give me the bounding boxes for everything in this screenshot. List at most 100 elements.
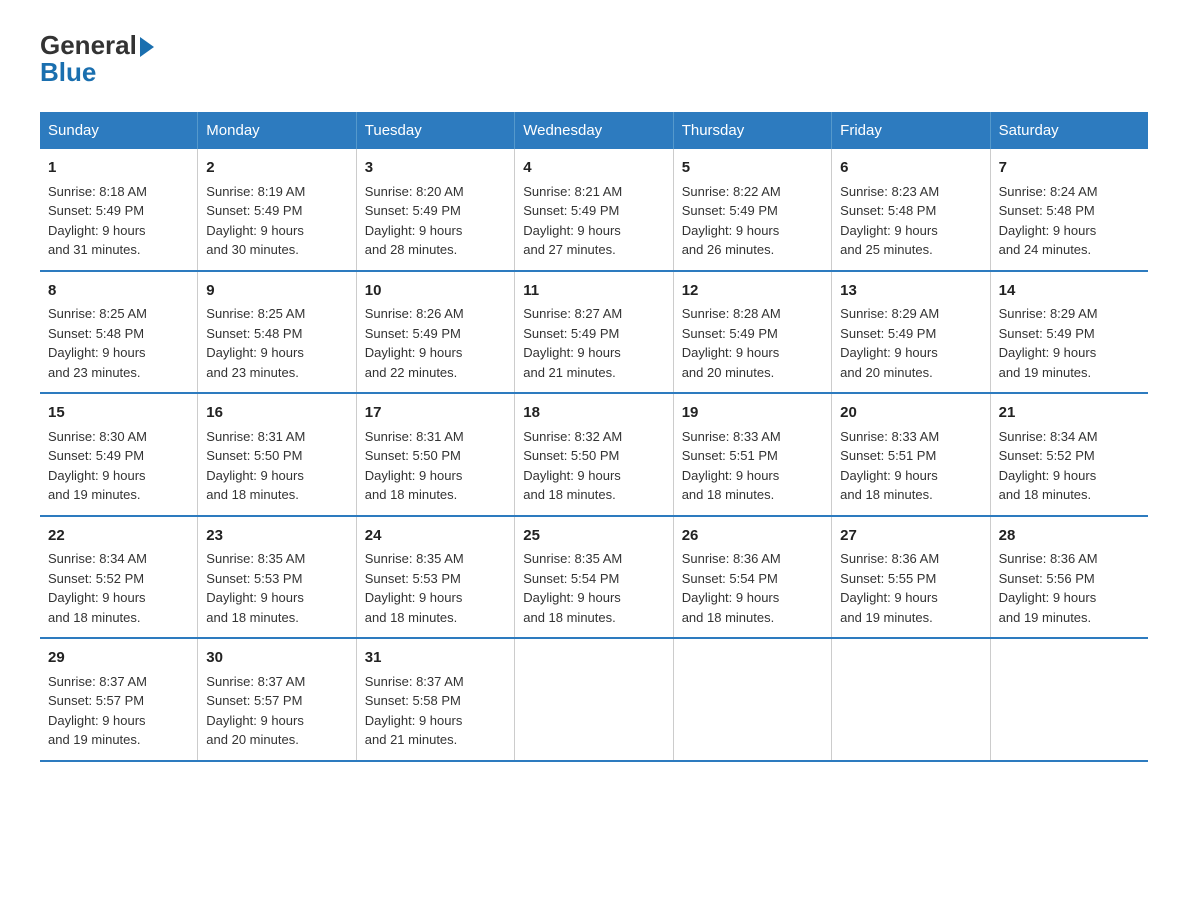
day-number: 1 xyxy=(48,157,189,180)
day-daylight: Daylight: 9 hours xyxy=(365,713,463,728)
week-row-1: 1 Sunrise: 8:18 AM Sunset: 5:49 PM Daylight… xyxy=(40,149,1148,271)
day-sunrise: Sunrise: 8:31 AM xyxy=(365,429,464,444)
day-sunset: Sunset: 5:51 PM xyxy=(682,448,778,463)
day-daylight: Daylight: 9 hours xyxy=(523,468,621,483)
day-daylight-cont: and 27 minutes. xyxy=(523,242,616,257)
day-sunrise: Sunrise: 8:33 AM xyxy=(840,429,939,444)
day-sunrise: Sunrise: 8:24 AM xyxy=(999,184,1098,199)
day-sunset: Sunset: 5:49 PM xyxy=(840,326,936,341)
day-cell-30: 30Sunrise: 8:37 AMSunset: 5:57 PMDayligh… xyxy=(198,638,356,761)
day-daylight-cont: and 25 minutes. xyxy=(840,242,933,257)
day-number: 9 xyxy=(206,280,347,303)
day-daylight: Daylight: 9 hours xyxy=(523,590,621,605)
day-daylight-cont: and 19 minutes. xyxy=(999,365,1092,380)
day-daylight: Daylight: 9 hours xyxy=(840,590,938,605)
calendar-table: SundayMondayTuesdayWednesdayThursdayFrid… xyxy=(40,112,1148,762)
day-daylight: Daylight: 9 hours xyxy=(523,345,621,360)
day-sunset: Sunset: 5:53 PM xyxy=(206,571,302,586)
empty-cell xyxy=(515,638,673,761)
day-sunrise: Sunrise: 8:36 AM xyxy=(682,551,781,566)
day-sunrise: Sunrise: 8:35 AM xyxy=(365,551,464,566)
day-daylight: Daylight: 9 hours xyxy=(48,590,146,605)
day-daylight: Daylight: 9 hours xyxy=(48,345,146,360)
day-daylight: Daylight: 9 hours xyxy=(999,468,1097,483)
day-sunset: Sunset: 5:49 PM xyxy=(682,326,778,341)
day-sunrise: Sunrise: 8:37 AM xyxy=(48,674,147,689)
day-cell-31: 31Sunrise: 8:37 AMSunset: 5:58 PMDayligh… xyxy=(356,638,514,761)
day-number: 10 xyxy=(365,280,506,303)
header-day-tuesday: Tuesday xyxy=(356,112,514,149)
day-cell-8: 8Sunrise: 8:25 AMSunset: 5:48 PMDaylight… xyxy=(40,271,198,394)
day-daylight-cont: and 18 minutes. xyxy=(365,610,458,625)
day-daylight: Daylight: 9 hours xyxy=(682,590,780,605)
day-daylight: Daylight: 9 hours xyxy=(206,345,304,360)
day-daylight-cont: and 19 minutes. xyxy=(999,610,1092,625)
day-daylight-cont: and 30 minutes. xyxy=(206,242,299,257)
day-cell-4: 4Sunrise: 8:21 AMSunset: 5:49 PMDaylight… xyxy=(515,149,673,271)
day-sunrise: Sunrise: 8:27 AM xyxy=(523,306,622,321)
day-cell-11: 11Sunrise: 8:27 AMSunset: 5:49 PMDayligh… xyxy=(515,271,673,394)
day-sunset: Sunset: 5:49 PM xyxy=(48,203,144,218)
day-number: 17 xyxy=(365,402,506,425)
day-cell-17: 17Sunrise: 8:31 AMSunset: 5:50 PMDayligh… xyxy=(356,393,514,516)
day-sunset: Sunset: 5:49 PM xyxy=(206,203,302,218)
day-sunset: Sunset: 5:51 PM xyxy=(840,448,936,463)
day-cell-29: 29Sunrise: 8:37 AMSunset: 5:57 PMDayligh… xyxy=(40,638,198,761)
day-cell-14: 14Sunrise: 8:29 AMSunset: 5:49 PMDayligh… xyxy=(990,271,1148,394)
day-sunset: Sunset: 5:50 PM xyxy=(523,448,619,463)
week-row-4: 22Sunrise: 8:34 AMSunset: 5:52 PMDayligh… xyxy=(40,516,1148,639)
day-daylight-cont: and 19 minutes. xyxy=(48,732,141,747)
day-number: 15 xyxy=(48,402,189,425)
day-number: 22 xyxy=(48,525,189,548)
day-number: 27 xyxy=(840,525,981,548)
day-sunrise: Sunrise: 8:18 AM xyxy=(48,184,147,199)
day-sunrise: Sunrise: 8:36 AM xyxy=(840,551,939,566)
day-cell-12: 12Sunrise: 8:28 AMSunset: 5:49 PMDayligh… xyxy=(673,271,831,394)
day-daylight: Daylight: 9 hours xyxy=(682,345,780,360)
day-number: 2 xyxy=(206,157,347,180)
day-daylight: Daylight: 9 hours xyxy=(206,468,304,483)
day-sunrise: Sunrise: 8:37 AM xyxy=(206,674,305,689)
day-sunrise: Sunrise: 8:35 AM xyxy=(523,551,622,566)
day-cell-20: 20Sunrise: 8:33 AMSunset: 5:51 PMDayligh… xyxy=(832,393,990,516)
day-sunset: Sunset: 5:57 PM xyxy=(48,693,144,708)
day-sunset: Sunset: 5:52 PM xyxy=(48,571,144,586)
day-sunset: Sunset: 5:53 PM xyxy=(365,571,461,586)
day-sunset: Sunset: 5:49 PM xyxy=(365,203,461,218)
day-daylight-cont: and 20 minutes. xyxy=(682,365,775,380)
day-sunrise: Sunrise: 8:23 AM xyxy=(840,184,939,199)
day-daylight: Daylight: 9 hours xyxy=(206,223,304,238)
day-sunrise: Sunrise: 8:29 AM xyxy=(999,306,1098,321)
day-sunset: Sunset: 5:54 PM xyxy=(682,571,778,586)
day-sunset: Sunset: 5:49 PM xyxy=(523,326,619,341)
day-number: 6 xyxy=(840,157,981,180)
day-daylight-cont: and 26 minutes. xyxy=(682,242,775,257)
empty-cell xyxy=(673,638,831,761)
day-daylight: Daylight: 9 hours xyxy=(365,223,463,238)
day-number: 8 xyxy=(48,280,189,303)
day-cell-15: 15Sunrise: 8:30 AMSunset: 5:49 PMDayligh… xyxy=(40,393,198,516)
day-cell-23: 23Sunrise: 8:35 AMSunset: 5:53 PMDayligh… xyxy=(198,516,356,639)
day-daylight-cont: and 23 minutes. xyxy=(48,365,141,380)
day-number: 18 xyxy=(523,402,664,425)
day-number: 28 xyxy=(999,525,1140,548)
day-daylight-cont: and 20 minutes. xyxy=(206,732,299,747)
day-cell-13: 13Sunrise: 8:29 AMSunset: 5:49 PMDayligh… xyxy=(832,271,990,394)
day-sunrise: Sunrise: 8:33 AM xyxy=(682,429,781,444)
day-daylight: Daylight: 9 hours xyxy=(682,468,780,483)
day-daylight: Daylight: 9 hours xyxy=(365,590,463,605)
day-cell-9: 9Sunrise: 8:25 AMSunset: 5:48 PMDaylight… xyxy=(198,271,356,394)
day-number: 3 xyxy=(365,157,506,180)
day-number: 30 xyxy=(206,647,347,670)
day-sunset: Sunset: 5:55 PM xyxy=(840,571,936,586)
day-cell-26: 26Sunrise: 8:36 AMSunset: 5:54 PMDayligh… xyxy=(673,516,831,639)
day-sunset: Sunset: 5:49 PM xyxy=(365,326,461,341)
day-cell-27: 27 Sunrise: 8:36 AM Sunset: 5:55 PM Dayligh… xyxy=(832,516,990,639)
day-daylight-cont: and 31 minutes. xyxy=(48,242,141,257)
day-sunset: Sunset: 5:50 PM xyxy=(365,448,461,463)
day-daylight-cont: and 21 minutes. xyxy=(365,732,458,747)
day-daylight-cont: and 21 minutes. xyxy=(523,365,616,380)
day-sunset: Sunset: 5:48 PM xyxy=(999,203,1095,218)
day-number: 14 xyxy=(999,280,1140,303)
day-daylight-cont: and 19 minutes. xyxy=(48,487,141,502)
